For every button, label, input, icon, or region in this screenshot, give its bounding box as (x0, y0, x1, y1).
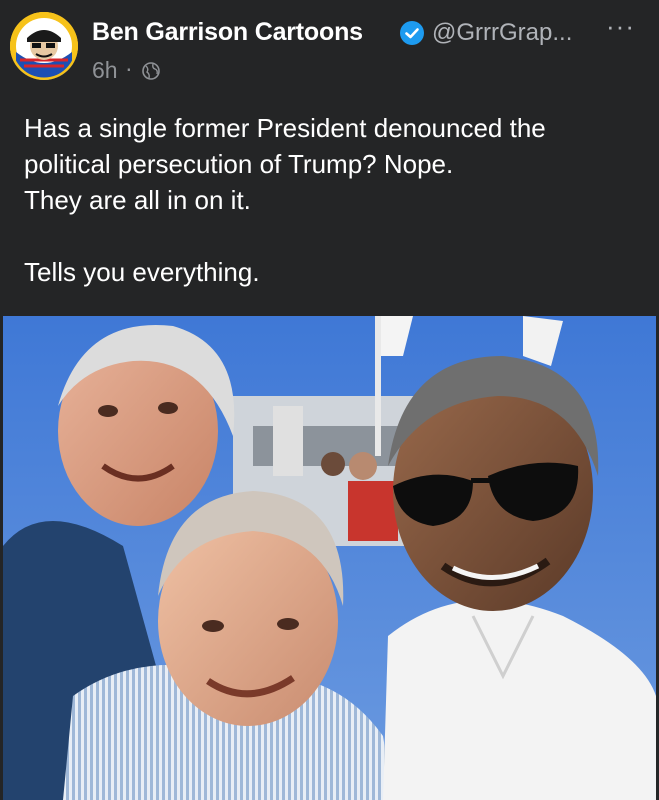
globe-icon[interactable] (141, 61, 161, 81)
post-text-line: They are all in on it. (24, 185, 251, 215)
post-body: Has a single former President denounced … (24, 110, 644, 290)
photo-image (3, 316, 656, 800)
more-options-icon[interactable]: ··· (606, 13, 635, 39)
post-text-line: political persecution of Trump? Nope. (24, 149, 454, 179)
author-name[interactable]: Ben Garrison Cartoons (92, 18, 363, 47)
verified-badge-icon (400, 21, 424, 45)
separator-dot: · (125, 55, 133, 81)
post-timestamp[interactable]: 6h (92, 57, 118, 84)
avatar[interactable] (10, 12, 78, 80)
post-text-line: Has a single former President denounced … (24, 113, 546, 143)
post-text-gap (24, 218, 644, 254)
author-handle[interactable]: @GrrrGrap... (432, 19, 572, 47)
post-text-line: Tells you everything. (24, 257, 260, 287)
post-photo[interactable] (3, 316, 656, 800)
avatar-image (10, 12, 78, 80)
post-header: Ben Garrison Cartoons @GrrrGrap... ··· 6… (0, 0, 659, 90)
